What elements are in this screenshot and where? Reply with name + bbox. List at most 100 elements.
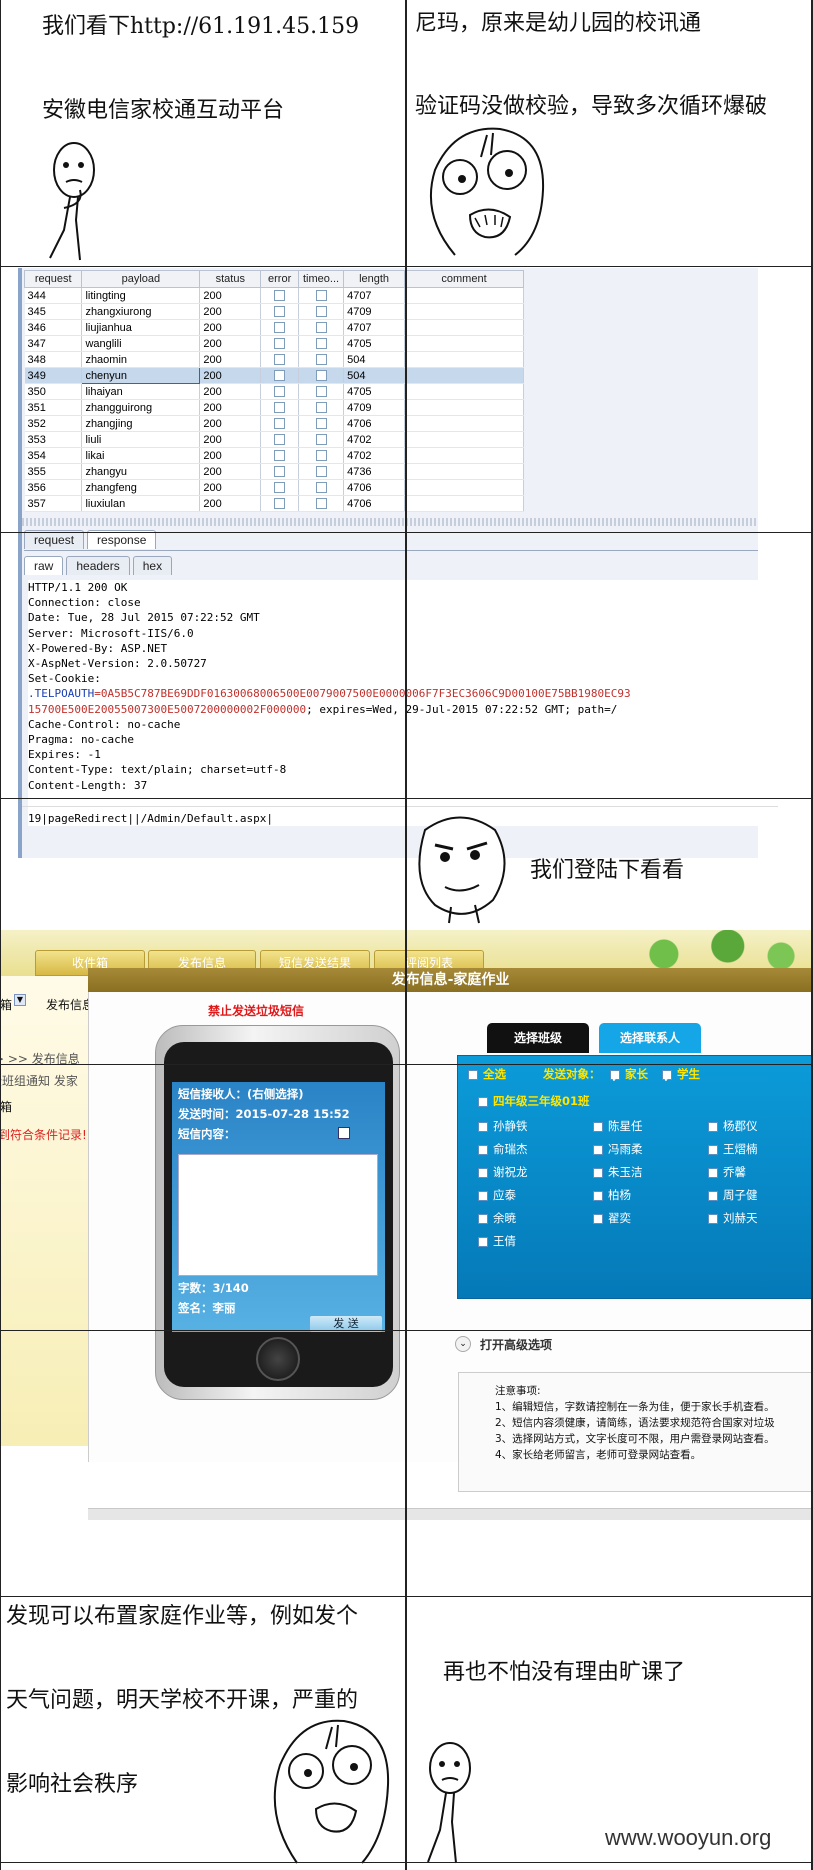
cell-comment: [404, 463, 524, 480]
cell-request: 347: [24, 335, 83, 352]
class-checkbox[interactable]: 四年级三年级01班: [478, 1093, 590, 1109]
timeout-checkbox[interactable]: [315, 482, 327, 494]
timeout-checkbox[interactable]: [315, 290, 327, 302]
tab-select-class[interactable]: 选择班级: [487, 1023, 589, 1053]
student-checkbox-item[interactable]: 谢祝龙: [478, 1164, 528, 1180]
student-checkbox-item[interactable]: 乔馨: [708, 1164, 746, 1180]
panel7-line1: 发现可以布置家庭作业等，例如发个: [6, 1604, 359, 1629]
tab-raw[interactable]: raw: [24, 556, 64, 575]
cell-request: 344: [24, 287, 83, 304]
table-row[interactable]: 357 liuxiulan 200 4706: [24, 495, 524, 512]
student-checkbox-item[interactable]: 冯雨柔: [593, 1141, 643, 1157]
error-checkbox[interactable]: [274, 498, 286, 510]
tab-hex[interactable]: hex: [132, 556, 173, 575]
cell-status: 200: [199, 319, 262, 336]
table-row[interactable]: 352 zhangjing 200 4706: [24, 415, 524, 432]
response-raw-view[interactable]: HTTP/1.1 200 OK Connection: close Date: Tu…: [18, 580, 778, 827]
response-line: Pragma: no-cache: [28, 733, 134, 747]
student-checkbox-item[interactable]: 孙静铁: [478, 1118, 528, 1134]
hline-3: [0, 798, 813, 799]
response-line: Content-Type: text/plain; charset=utf-8: [28, 763, 287, 777]
timeout-checkbox[interactable]: [315, 498, 327, 510]
timeout-checkbox[interactable]: [315, 402, 327, 414]
sms-content-input[interactable]: [178, 1154, 378, 1276]
notes-box: 注意事项: 1、编辑短信，字数请控制在一条为佳，便于家长手机查看。 2、短信内容…: [458, 1372, 813, 1492]
cell-status: 200: [199, 479, 262, 496]
timeout-checkbox[interactable]: [315, 434, 327, 446]
error-checkbox[interactable]: [274, 354, 286, 366]
student-checkbox-item[interactable]: 朱玉洁: [593, 1164, 643, 1180]
error-checkbox[interactable]: [274, 466, 286, 478]
table-row[interactable]: 346 liujianhua 200 4707: [24, 319, 524, 336]
timeout-checkbox[interactable]: [315, 418, 327, 430]
column-header-length[interactable]: length: [343, 270, 406, 288]
column-header-comment[interactable]: comment: [404, 270, 524, 288]
timeout-checkbox[interactable]: [315, 466, 327, 478]
error-checkbox[interactable]: [274, 402, 286, 414]
student-checkbox-item[interactable]: 刘赫天: [708, 1210, 758, 1226]
table-row[interactable]: 351 zhangguirong 200 4709: [24, 399, 524, 416]
cell-request: 357: [24, 495, 83, 512]
column-header-timeout[interactable]: timeo...: [297, 270, 345, 288]
error-checkbox[interactable]: [274, 418, 286, 430]
timeout-checkbox[interactable]: [315, 370, 327, 382]
select-all-checkbox[interactable]: 全选: [468, 1066, 506, 1082]
error-checkbox[interactable]: [274, 370, 286, 382]
tab-headers[interactable]: headers: [66, 556, 130, 575]
timeout-checkbox[interactable]: [315, 322, 327, 334]
table-row[interactable]: 344 litingting 200 4707: [24, 287, 524, 304]
student-checkbox[interactable]: ✓ 学生: [662, 1066, 700, 1085]
sidebar-dropdown-icon[interactable]: ▼: [14, 994, 26, 1006]
table-row[interactable]: 354 likai 200 4702: [24, 447, 524, 464]
student-checkbox-item[interactable]: 王倩: [478, 1233, 516, 1249]
error-checkbox[interactable]: [274, 482, 286, 494]
table-splitter[interactable]: [18, 518, 758, 526]
error-checkbox[interactable]: [274, 386, 286, 398]
cell-length: 4707: [343, 319, 406, 336]
advanced-options-link[interactable]: 打开高级选项: [480, 1336, 552, 1353]
table-row[interactable]: 345 zhangxiurong 200 4709: [24, 303, 524, 320]
table-row[interactable]: 353 liuli 200 4702: [24, 431, 524, 448]
cell-error: [260, 495, 299, 512]
table-row[interactable]: 356 zhangfeng 200 4706: [24, 479, 524, 496]
student-checkbox-item[interactable]: 周子健: [708, 1187, 758, 1203]
table-row[interactable]: 349 chenyun 200 504: [24, 367, 524, 384]
timeout-checkbox[interactable]: [315, 338, 327, 350]
error-checkbox[interactable]: [274, 434, 286, 446]
error-checkbox[interactable]: [274, 450, 286, 462]
student-checkbox-item[interactable]: 俞瑞杰: [478, 1141, 528, 1157]
advanced-toggle-icon[interactable]: ⌄: [455, 1336, 471, 1352]
student-checkbox-item[interactable]: 陈星任: [593, 1118, 643, 1134]
timeout-checkbox[interactable]: [315, 306, 327, 318]
table-row[interactable]: 348 zhaomin 200 504: [24, 351, 524, 368]
timeout-checkbox[interactable]: [315, 450, 327, 462]
student-checkbox-item[interactable]: 王熠楠: [708, 1141, 758, 1157]
student-checkbox-item[interactable]: 余暁: [478, 1210, 516, 1226]
student-name: 翟奕: [608, 1211, 631, 1225]
student-checkbox-item[interactable]: 应泰: [478, 1187, 516, 1203]
column-header-status[interactable]: status: [199, 270, 262, 288]
sidebar-frag-2[interactable]: 发布信息: [46, 996, 94, 1013]
horizontal-scrollbar[interactable]: [88, 1508, 813, 1520]
timeout-checkbox[interactable]: [315, 354, 327, 366]
cell-comment: [404, 415, 524, 432]
error-checkbox[interactable]: [274, 290, 286, 302]
student-checkbox-item[interactable]: 柏杨: [593, 1187, 631, 1203]
error-checkbox[interactable]: [274, 322, 286, 334]
timeout-checkbox[interactable]: [315, 386, 327, 398]
table-row[interactable]: 350 lihaiyan 200 4705: [24, 383, 524, 400]
error-checkbox[interactable]: [274, 338, 286, 350]
student-checkbox-item[interactable]: 杨郡仪: [708, 1118, 758, 1134]
tab-select-contact[interactable]: 选择联系人: [599, 1023, 701, 1053]
cell-length: 504: [343, 367, 406, 384]
student-checkbox-item[interactable]: 翟奕: [593, 1210, 631, 1226]
parent-checkbox[interactable]: ✓ 家长: [610, 1066, 648, 1085]
table-row[interactable]: 355 zhangyu 200 4736: [24, 463, 524, 480]
column-header-payload[interactable]: payload: [81, 270, 201, 288]
insert-icon[interactable]: [338, 1127, 350, 1139]
table-row[interactable]: 347 wanglili 200 4705: [24, 335, 524, 352]
column-header-request[interactable]: request: [23, 270, 83, 288]
error-checkbox[interactable]: [274, 306, 286, 318]
column-header-error[interactable]: error: [260, 270, 299, 288]
response-line: Connection: close: [28, 596, 141, 610]
